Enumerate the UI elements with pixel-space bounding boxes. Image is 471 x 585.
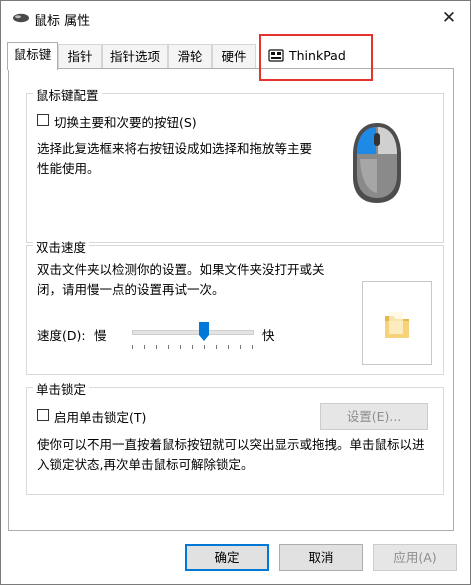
tab-hardware[interactable]: 硬件	[212, 44, 256, 68]
slider-tick	[216, 345, 217, 349]
mouse-properties-window: 鼠标 属性 ✕ 鼠标键 指针 指针选项 滑轮 硬件 ThinkPad 鼠标键配置…	[0, 0, 471, 585]
slow-label: 慢	[94, 328, 107, 343]
click-lock-desc-line-1: 使你可以不用一直按着鼠标按钮就可以突出显示或拖拽。单击鼠标以进	[37, 437, 425, 452]
click-lock-label[interactable]: 启用单击锁定(T)	[54, 407, 146, 426]
click-lock-group: 单击锁定 启用单击锁定(T) 设置(E)... 使你可以不用一直按着鼠标按钮就可…	[26, 379, 444, 495]
double-click-desc-line-2: 闭，请用慢一点的设置再试一次。	[37, 282, 225, 297]
thinkpad-tab-highlight	[259, 34, 373, 81]
click-lock-checkbox[interactable]	[37, 409, 49, 421]
tab-buttons[interactable]: 鼠标键	[7, 42, 58, 70]
double-click-desc-line-1: 双击文件夹以检测你的设置。如果文件夹没打开或关	[37, 262, 325, 277]
speed-label: 速度(D):	[37, 328, 86, 343]
slider-tick	[192, 345, 193, 349]
button-config-desc-line-1: 选择此复选框来将右按钮设成如选择和拖放等主要	[37, 141, 313, 156]
double-click-speed-slider-thumb[interactable]	[199, 322, 209, 341]
button-config-desc-line-2: 性能使用。	[37, 161, 100, 176]
tab-pointers[interactable]: 指针	[58, 44, 102, 68]
apply-button[interactable]: 应用(A)	[373, 544, 457, 571]
ok-button[interactable]: 确定	[185, 544, 269, 571]
mouse-app-icon	[13, 13, 29, 23]
tab-pointer-options[interactable]: 指针选项	[102, 44, 168, 68]
button-config-group: 鼠标键配置 切换主要和次要的按钮(S) 选择此复选框来将右按钮设成如选择和拖放等…	[26, 85, 444, 243]
title-bar: 鼠标 属性 ✕	[1, 1, 470, 35]
button-config-title: 鼠标键配置	[33, 85, 102, 104]
slider-tick	[168, 345, 169, 349]
tab-panel: 鼠标键配置 切换主要和次要的按钮(S) 选择此复选框来将右按钮设成如选择和拖放等…	[8, 68, 454, 531]
slider-tick	[132, 345, 133, 349]
window-title: 鼠标 属性	[34, 14, 91, 29]
double-click-group: 双击速度 双击文件夹以检测你的设置。如果文件夹没打开或关 闭，请用慢一点的设置再…	[26, 237, 444, 375]
slider-tick	[240, 345, 241, 349]
tab-wheel[interactable]: 滑轮	[168, 44, 212, 68]
slider-tick	[156, 345, 157, 349]
slider-tick	[228, 345, 229, 349]
cancel-button[interactable]: 取消	[279, 544, 363, 571]
slider-tick	[144, 345, 145, 349]
double-click-title: 双击速度	[33, 237, 90, 256]
switch-buttons-checkbox[interactable]	[37, 114, 49, 126]
click-lock-title: 单击锁定	[33, 379, 90, 398]
slider-tick	[180, 345, 181, 349]
close-button[interactable]: ✕	[438, 7, 460, 29]
double-click-speed-slider-track[interactable]	[132, 330, 254, 335]
switch-buttons-label[interactable]: 切换主要和次要的按钮(S)	[54, 112, 197, 131]
double-click-test-area[interactable]	[362, 281, 432, 365]
slider-tick	[252, 345, 253, 349]
test-folder-icon[interactable]	[383, 310, 411, 340]
click-lock-desc-line-2: 入锁定状态,再次单击鼠标可解除锁定。	[37, 457, 254, 472]
click-lock-settings-button[interactable]: 设置(E)...	[320, 403, 428, 430]
mouse-icon	[353, 123, 401, 203]
fast-label: 快	[262, 328, 275, 343]
slider-tick	[204, 345, 205, 349]
